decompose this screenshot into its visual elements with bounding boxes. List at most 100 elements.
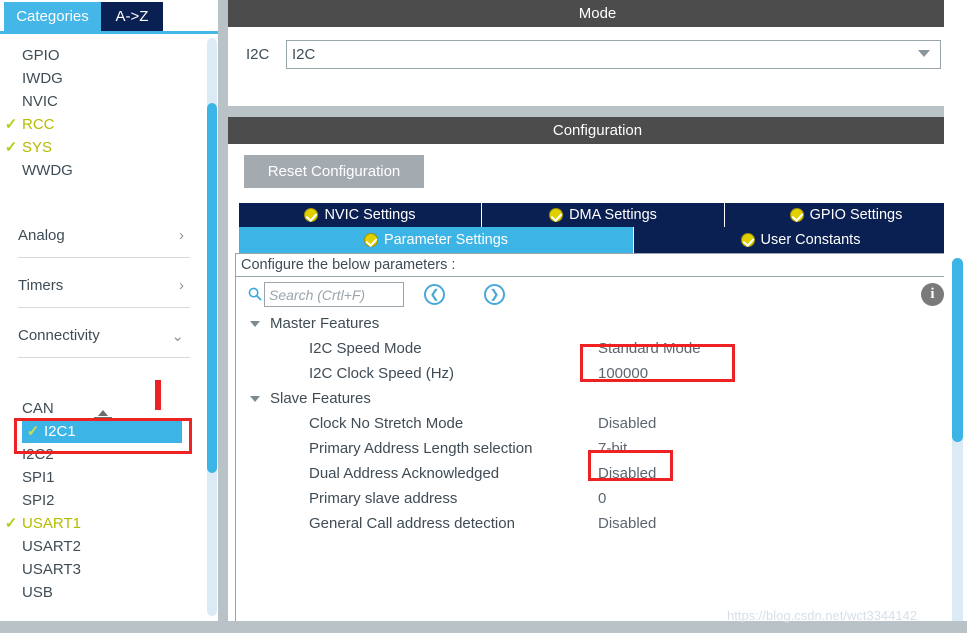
chevron-down-icon bbox=[250, 396, 260, 402]
parameter-value[interactable]: Disabled bbox=[598, 415, 656, 432]
sidebar-item-label: SPI1 bbox=[22, 469, 55, 486]
sidebar-item-label: SPI2 bbox=[22, 492, 55, 509]
search-input[interactable] bbox=[264, 282, 404, 307]
parameter-value[interactable]: Disabled bbox=[598, 465, 656, 482]
tab-categories[interactable]: Categories bbox=[4, 2, 101, 31]
check-circle-icon bbox=[789, 208, 804, 222]
parameter-label: Dual Address Acknowledged bbox=[309, 465, 500, 482]
sidebar-item-label: USART1 bbox=[22, 515, 81, 532]
sidebar-item-label: GPIO bbox=[22, 47, 60, 64]
sidebar-item-iwdg[interactable]: IWDG bbox=[0, 67, 190, 90]
tree-row-general-call-address-detection[interactable]: General Call address detection Disabled bbox=[236, 512, 964, 537]
sidebar-item-usb[interactable]: USB bbox=[0, 581, 190, 604]
tree-group-master-features[interactable]: Master Features bbox=[236, 312, 964, 337]
search-icon bbox=[248, 287, 262, 301]
tab-a-to-z[interactable]: A->Z bbox=[101, 2, 163, 31]
parameter-label: I2C Clock Speed (Hz) bbox=[309, 365, 455, 382]
tab-label: Parameter Settings bbox=[383, 232, 509, 248]
sidebar-item-i2c1[interactable]: ✓ I2C1 bbox=[22, 420, 182, 443]
chevron-right-icon: › bbox=[179, 277, 184, 294]
tree-group-slave-features[interactable]: Slave Features bbox=[236, 387, 964, 412]
scrollbar-thumb[interactable] bbox=[952, 258, 963, 442]
parameters-caption-label: Configure the below parameters : bbox=[241, 257, 456, 273]
parameter-label: I2C Speed Mode bbox=[309, 340, 422, 357]
tab-gpio-settings[interactable]: GPIO Settings bbox=[725, 203, 967, 227]
sidebar-group-label: Connectivity bbox=[18, 327, 100, 344]
sidebar-item-can[interactable]: CAN bbox=[0, 397, 190, 420]
tab-label: DMA Settings bbox=[569, 207, 657, 223]
parameter-value[interactable]: Standard Mode bbox=[598, 340, 701, 357]
tab-nvic-settings[interactable]: NVIC Settings bbox=[239, 203, 482, 227]
sidebar-item-sys[interactable]: ✓ SYS bbox=[0, 136, 190, 159]
tree-row-dual-address-acknowledged[interactable]: Dual Address Acknowledged Disabled bbox=[236, 462, 964, 487]
sidebar-group-connectivity[interactable]: Connectivity ⌄ bbox=[18, 314, 190, 358]
peripheral-list: GPIO IWDG NVIC ✓ RCC ✓ SYS WWDG Analog ›… bbox=[0, 36, 205, 616]
configuration-area: Mode I2C I2C Configuration Reset Configu… bbox=[223, 0, 967, 633]
sidebar-item-wwdg[interactable]: WWDG bbox=[0, 159, 190, 182]
parameter-label: Primary slave address bbox=[309, 490, 458, 507]
sidebar-item-i2c2[interactable]: I2C2 bbox=[0, 443, 190, 466]
parameters-caption: Configure the below parameters : bbox=[236, 254, 964, 277]
check-icon: ✓ bbox=[4, 116, 18, 133]
sidebar-item-label: RCC bbox=[22, 116, 55, 133]
peripheral-sidebar: Categories A->Z GPIO IWDG NVIC ✓ RCC ✓ S… bbox=[0, 0, 223, 633]
parameter-value[interactable]: 0 bbox=[598, 490, 606, 507]
info-icon[interactable]: i bbox=[921, 283, 944, 306]
configuration-tab-row-secondary: Parameter Settings User Constants bbox=[239, 227, 967, 253]
sidebar-item-label: SYS bbox=[22, 139, 53, 156]
chevron-right-icon: › bbox=[179, 227, 184, 244]
tree-group-label: Slave Features bbox=[270, 390, 371, 407]
sidebar-item-label: WWDG bbox=[22, 162, 73, 179]
sidebar-item-label: I2C1 bbox=[44, 423, 76, 440]
check-circle-icon bbox=[363, 233, 378, 247]
reset-configuration-button[interactable]: Reset Configuration bbox=[244, 155, 424, 188]
search-previous-button[interactable]: ❮ bbox=[424, 284, 445, 305]
parameter-value[interactable]: 7-bit bbox=[598, 440, 627, 457]
check-circle-icon bbox=[304, 208, 319, 222]
tree-row-primary-slave-address[interactable]: Primary slave address 0 bbox=[236, 487, 964, 512]
sidebar-group-label: Timers bbox=[18, 277, 64, 294]
sidebar-scrollbar[interactable] bbox=[205, 38, 218, 616]
sidebar-item-spi1[interactable]: SPI1 bbox=[0, 466, 190, 489]
sidebar-item-usart1[interactable]: ✓ USART1 bbox=[0, 512, 190, 535]
sidebar-item-label: NVIC bbox=[22, 93, 58, 110]
sidebar-group-label: Analog bbox=[18, 227, 65, 244]
sidebar-item-label: USART3 bbox=[22, 561, 81, 578]
sidebar-item-label: I2C2 bbox=[22, 446, 54, 463]
search-next-button[interactable]: ❯ bbox=[484, 284, 505, 305]
check-icon: ✓ bbox=[26, 423, 40, 440]
sidebar-item-usart3[interactable]: USART3 bbox=[0, 558, 190, 581]
configuration-panel-title: Configuration bbox=[552, 122, 643, 139]
sidebar-item-gpio[interactable]: GPIO bbox=[0, 44, 190, 67]
parameter-scrollbar[interactable] bbox=[952, 258, 964, 630]
sidebar-item-spi2[interactable]: SPI2 bbox=[0, 489, 190, 512]
check-circle-icon bbox=[549, 208, 564, 222]
tab-user-constants[interactable]: User Constants bbox=[634, 227, 967, 253]
scrollbar-thumb[interactable] bbox=[207, 103, 217, 473]
parameter-value[interactable]: 100000 bbox=[598, 365, 648, 382]
sidebar-item-rcc[interactable]: ✓ RCC bbox=[0, 113, 190, 136]
sidebar-group-analog[interactable]: Analog › bbox=[18, 214, 190, 258]
tree-row-primary-address-length[interactable]: Primary Address Length selection 7-bit bbox=[236, 437, 964, 462]
tab-parameter-settings[interactable]: Parameter Settings bbox=[239, 227, 634, 253]
tree-row-clock-no-stretch-mode[interactable]: Clock No Stretch Mode Disabled bbox=[236, 412, 964, 437]
parameter-settings-panel: Configure the below parameters : ❮ ❯ i bbox=[235, 253, 965, 627]
annotation-marker-i2c1 bbox=[155, 380, 161, 410]
tab-a-to-z-label: A->Z bbox=[115, 8, 149, 25]
parameter-label: Clock No Stretch Mode bbox=[309, 415, 464, 432]
sidebar-group-timers[interactable]: Timers › bbox=[18, 264, 190, 308]
mode-panel-body: I2C I2C bbox=[228, 27, 967, 106]
tree-row-i2c-speed-mode[interactable]: I2C Speed Mode Standard Mode bbox=[236, 337, 964, 362]
sidebar-item-label: CAN bbox=[22, 400, 54, 417]
sidebar-item-usart2[interactable]: USART2 bbox=[0, 535, 190, 558]
tab-label: NVIC Settings bbox=[324, 207, 416, 223]
tab-dma-settings[interactable]: DMA Settings bbox=[482, 203, 725, 227]
tree-row-i2c-clock-speed[interactable]: I2C Clock Speed (Hz) 100000 bbox=[236, 362, 964, 387]
mode-select-dropdown[interactable]: I2C bbox=[286, 40, 941, 69]
tree-group-label: Master Features bbox=[270, 315, 380, 332]
sidebar-item-label: USART2 bbox=[22, 538, 81, 555]
stm32cubemx-window: Categories A->Z GPIO IWDG NVIC ✓ RCC ✓ S… bbox=[0, 0, 967, 633]
sidebar-item-nvic[interactable]: NVIC bbox=[0, 90, 190, 113]
parameter-value[interactable]: Disabled bbox=[598, 515, 656, 532]
mode-field-label: I2C bbox=[246, 46, 270, 63]
